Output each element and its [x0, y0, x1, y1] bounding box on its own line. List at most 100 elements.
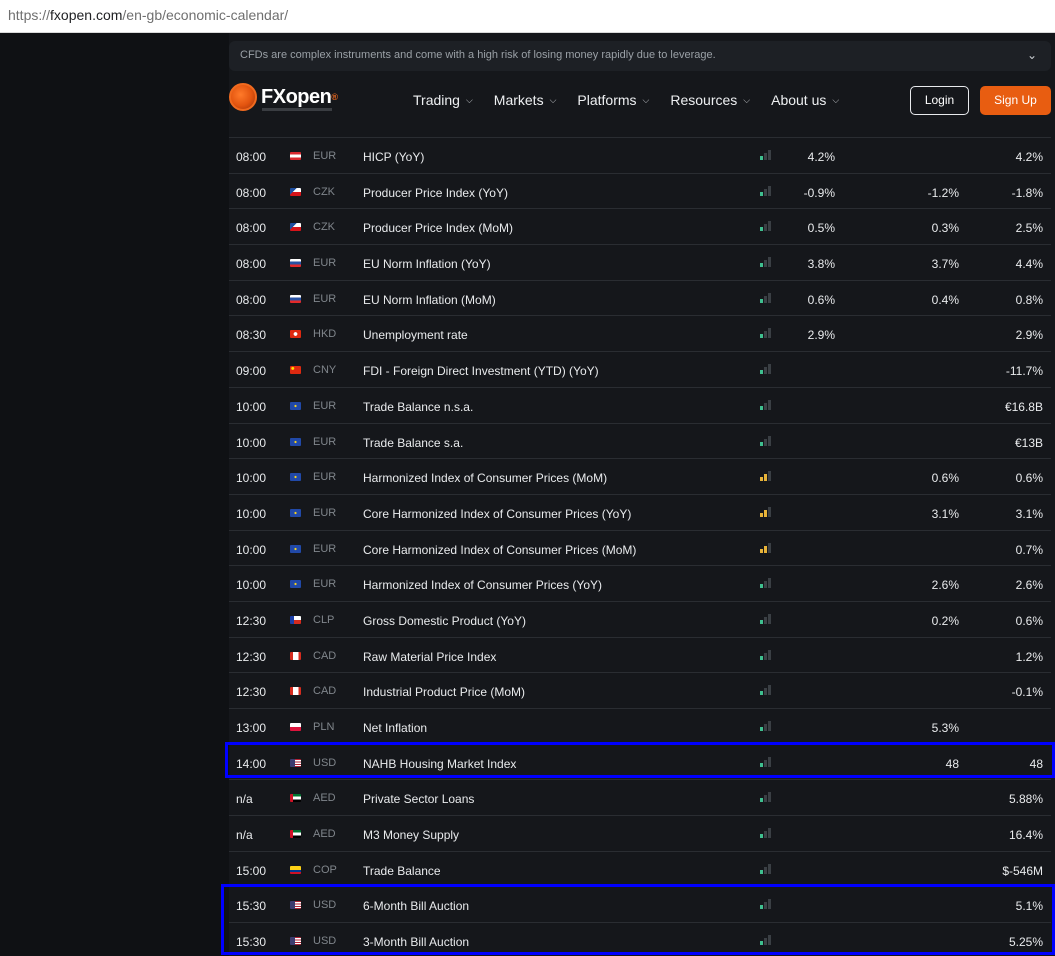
event-name[interactable]: Unemployment rate: [363, 328, 468, 342]
table-row[interactable]: 08:00 CZK Producer Price Index (MoM) 0.5% 0.…: [229, 209, 1051, 246]
impact-bars-icon: [760, 685, 772, 696]
event-name[interactable]: Net Inflation: [363, 721, 427, 735]
menu-platforms[interactable]: Platforms ⌵: [577, 92, 649, 108]
event-name[interactable]: EU Norm Inflation (YoY): [363, 257, 491, 271]
table-row[interactable]: 10:00 EUR Trade Balance n.s.a. €16.8B: [229, 387, 1051, 424]
table-row[interactable]: 14:00 USD NAHB Housing Market Index 48 48: [229, 744, 1051, 781]
country-flag-icon: [290, 758, 301, 767]
chevron-down-icon[interactable]: ⌄: [1027, 48, 1037, 62]
event-name[interactable]: HICP (YoY): [363, 150, 424, 164]
table-row[interactable]: 15:30 USD 3-Month Bill Auction 5.25%: [229, 923, 1051, 956]
menu-trading[interactable]: Trading ⌵: [413, 92, 473, 108]
event-name[interactable]: Producer Price Index (MoM): [363, 221, 513, 235]
table-row[interactable]: 12:30 CLP Gross Domestic Product (YoY) 0.2%…: [229, 601, 1051, 638]
table-row[interactable]: 15:30 USD 6-Month Bill Auction 5.1%: [229, 887, 1051, 924]
table-row[interactable]: 10:00 EUR Trade Balance s.a. €13B: [229, 423, 1051, 460]
previous-value: 0.6%: [1015, 471, 1043, 486]
country-flag-icon: [290, 865, 301, 874]
event-name[interactable]: EU Norm Inflation (MoM): [363, 293, 496, 307]
forecast-value: 2.6%: [931, 578, 959, 593]
event-time: 08:00: [236, 257, 267, 272]
table-row[interactable]: 13:00 PLN Net Inflation 5.3%: [229, 709, 1051, 745]
table-row[interactable]: 08:00 EUR EU Norm Inflation (MoM) 0.6% 0.4% 0…: [229, 280, 1051, 317]
event-time: 13:00: [236, 721, 267, 735]
event-time: 08:00: [236, 150, 267, 164]
table-row[interactable]: 10:00 EUR Harmonized Index of Consumer Pri…: [229, 459, 1051, 495]
menu-resources[interactable]: Resources ⌵: [670, 92, 750, 108]
table-row[interactable]: n/a AED Private Sector Loans 5.88%: [229, 780, 1051, 817]
table-row[interactable]: 10:00 EUR Harmonized Index of Consumer Pri…: [229, 566, 1051, 602]
country-flag-icon: [290, 330, 301, 339]
table-row[interactable]: 08:00 EUR EU Norm Inflation (YoY) 3.8% 3.7% 4…: [229, 245, 1051, 281]
event-name[interactable]: Producer Price Index (YoY): [363, 186, 508, 200]
event-time: 15:30: [236, 935, 267, 950]
login-button[interactable]: Login: [910, 86, 969, 115]
forecast-value: 5.3%: [931, 721, 959, 735]
country-flag-icon: [290, 508, 301, 517]
previous-value: 2.9%: [1015, 328, 1043, 343]
impact-bars-icon: [760, 471, 772, 482]
actual-value: -0.9%: [803, 185, 835, 200]
currency-code: CAD: [313, 649, 337, 662]
event-time: n/a: [236, 828, 253, 843]
signup-button[interactable]: Sign Up: [980, 86, 1051, 115]
table-row[interactable]: 08:00 EUR HICP (YoY) 4.2% 4.2%: [229, 138, 1051, 174]
main-navigation: FXopen® Trading ⌵ Markets ⌵ Platforms ⌵ Res…: [229, 77, 1055, 125]
table-row[interactable]: 08:30 HKD Unemployment rate 2.9% 2.9%: [229, 316, 1051, 353]
table-row[interactable]: n/a AED M3 Money Supply 16.4%: [229, 816, 1051, 852]
previous-value: €13B: [1014, 435, 1043, 450]
economic-calendar-table: 08:00 EUR HICP (YoY) 4.2% 4.2% 08:00 CZK Produc…: [229, 137, 1051, 956]
impact-bars-icon: [760, 792, 772, 803]
event-name[interactable]: Raw Material Price Index: [363, 650, 496, 664]
event-name[interactable]: NAHB Housing Market Index: [363, 757, 516, 771]
event-name[interactable]: Industrial Product Price (MoM): [363, 685, 525, 699]
event-time: 15:30: [236, 899, 267, 914]
fxopen-logo[interactable]: FXopen®: [229, 83, 338, 111]
menu-about-us-label: About us: [771, 92, 827, 108]
country-flag-icon: [290, 687, 301, 696]
forecast-value: 3.7%: [931, 257, 959, 272]
table-row[interactable]: 15:00 COP Trade Balance $-546M: [229, 851, 1051, 888]
event-name[interactable]: Harmonized Index of Consumer Prices (MoM…: [363, 471, 607, 485]
currency-code: USD: [313, 756, 337, 769]
currency-code: AED: [313, 792, 336, 805]
currency-code: EUR: [313, 435, 337, 448]
table-row[interactable]: 12:30 CAD Raw Material Price Index 1.2%: [229, 637, 1051, 674]
browser-address-bar[interactable]: https://fxopen.com/en-gb/economic-calend…: [0, 0, 1055, 33]
event-name[interactable]: Core Harmonized Index of Consumer Prices…: [363, 507, 631, 521]
event-name[interactable]: Trade Balance: [363, 864, 441, 878]
event-name[interactable]: 6-Month Bill Auction: [363, 899, 469, 913]
menu-about-us[interactable]: About us ⌵: [771, 92, 839, 108]
country-flag-icon: [290, 401, 301, 410]
event-time: 14:00: [236, 756, 267, 771]
risk-warning-banner[interactable]: CFDs are complex instruments and come wi…: [229, 41, 1051, 71]
dragon-logo-icon: [229, 83, 257, 111]
event-name[interactable]: M3 Money Supply: [363, 828, 459, 842]
impact-bars-icon: [760, 578, 772, 589]
event-name[interactable]: Harmonized Index of Consumer Prices (YoY…: [363, 578, 602, 592]
currency-code: EUR: [313, 150, 337, 162]
table-row[interactable]: 09:00 CNY FDI - Foreign Direct Investment …: [229, 352, 1051, 388]
event-name[interactable]: Private Sector Loans: [363, 792, 474, 806]
event-name[interactable]: Trade Balance s.a.: [363, 436, 463, 450]
table-row[interactable]: 10:00 EUR Core Harmonized Index of Consume…: [229, 530, 1051, 567]
currency-code: PLN: [313, 721, 335, 733]
table-row[interactable]: 08:00 CZK Producer Price Index (YoY) -0.9% -…: [229, 173, 1051, 210]
previous-value: 5.1%: [1015, 899, 1043, 914]
event-name[interactable]: Trade Balance n.s.a.: [363, 400, 473, 414]
previous-value: 4.4%: [1015, 257, 1043, 272]
logo-tagline: [262, 108, 332, 111]
menu-trading-label: Trading: [413, 92, 460, 108]
table-row[interactable]: 12:30 CAD Industrial Product Price (MoM) -0…: [229, 673, 1051, 709]
event-name[interactable]: 3-Month Bill Auction: [363, 935, 469, 949]
event-name[interactable]: Gross Domestic Product (YoY): [363, 614, 526, 628]
forecast-value: 0.6%: [931, 471, 959, 486]
event-name[interactable]: Core Harmonized Index of Consumer Prices…: [363, 543, 636, 557]
address-url[interactable]: https://fxopen.com/en-gb/economic-calend…: [8, 7, 288, 23]
menu-markets[interactable]: Markets ⌵: [494, 92, 557, 108]
logo-fx: FX: [261, 86, 286, 108]
top-menu: Trading ⌵ Markets ⌵ Platforms ⌵ Resources ⌵ …: [413, 92, 860, 108]
impact-bars-icon: [760, 613, 772, 624]
table-row[interactable]: 10:00 EUR Core Harmonized Index of Consume…: [229, 494, 1051, 531]
event-name[interactable]: FDI - Foreign Direct Investment (YTD) (Y…: [363, 364, 599, 378]
